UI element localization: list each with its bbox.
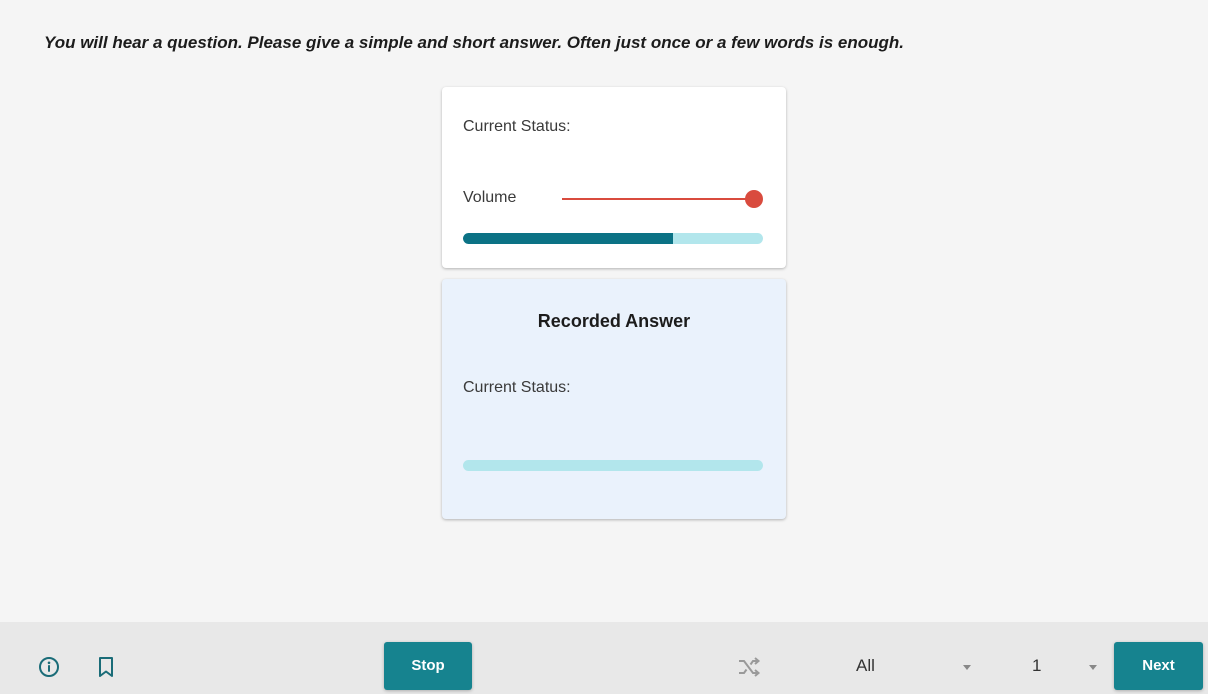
stop-button[interactable]: Stop [384, 642, 472, 690]
next-button[interactable]: Next [1114, 642, 1203, 690]
shuffle-icon[interactable] [736, 655, 762, 679]
status-progress-bar [463, 233, 763, 244]
mode-select-value: All [856, 656, 875, 675]
page-select[interactable]: 1 [1022, 652, 1102, 680]
mode-select[interactable]: All [850, 652, 980, 680]
recorded-answer-title: Recorded Answer [537, 311, 691, 331]
answer-status-label: Current Status: [463, 379, 571, 396]
recorded-answer-card: Recorded Answer Current Status: [442, 279, 786, 519]
page-select-value: 1 [1032, 656, 1042, 675]
volume-slider[interactable] [562, 190, 763, 208]
chevron-down-icon [963, 665, 971, 670]
info-icon[interactable] [38, 656, 60, 678]
instruction-text: You will hear a question. Please give a … [44, 33, 904, 52]
volume-label: Volume [463, 189, 517, 206]
bookmark-icon[interactable] [97, 656, 115, 678]
chevron-down-icon [1089, 665, 1097, 670]
status-progress-fill [463, 233, 673, 244]
answer-progress-bar [463, 460, 763, 471]
volume-slider-thumb[interactable] [745, 190, 763, 208]
status-card: Current Status: Volume [442, 87, 786, 268]
bottom-toolbar: Stop All 1 Next [0, 622, 1208, 694]
current-status-label: Current Status: [463, 118, 571, 135]
